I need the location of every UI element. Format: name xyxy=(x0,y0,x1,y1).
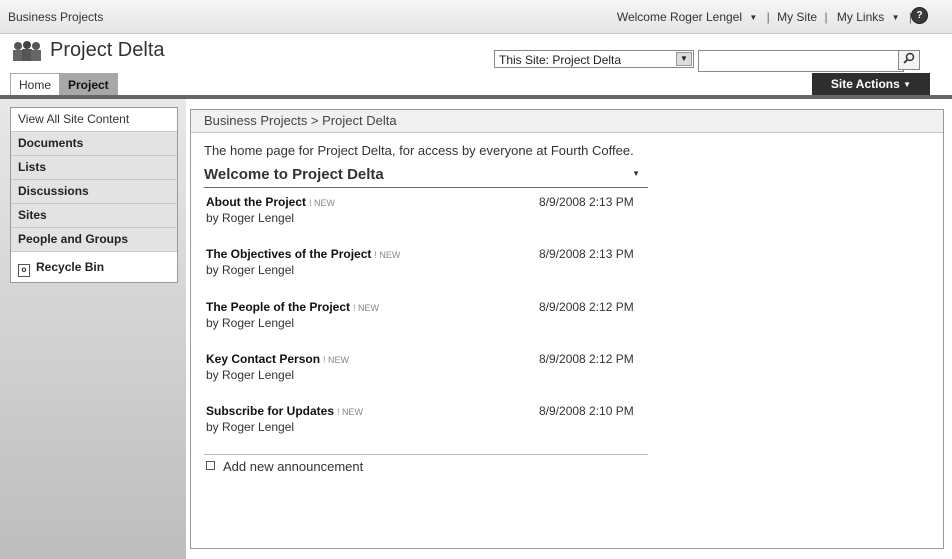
new-item-icon: ! NEW xyxy=(309,198,336,208)
tab-home[interactable]: Home xyxy=(10,73,61,96)
recycle-bin-label: Recycle Bin xyxy=(36,260,105,274)
quicklaunch-sites[interactable]: Sites xyxy=(11,204,177,228)
announcement-title[interactable]: Key Contact Person xyxy=(206,352,320,366)
add-new-label: Add new announcement xyxy=(223,459,364,474)
search-glyph xyxy=(903,52,915,64)
people-logo-icon xyxy=(13,41,41,61)
announcement-title[interactable]: The People of the Project xyxy=(206,300,350,314)
recycle-bin-link[interactable]: o Recycle Bin xyxy=(11,252,177,282)
announcement-date: 8/9/2008 2:13 PM xyxy=(539,195,634,209)
announcement-date: 8/9/2008 2:12 PM xyxy=(539,300,634,314)
parent-site-breadcrumb[interactable]: Business Projects xyxy=(8,10,103,24)
announcement-author: by Roger Lengel xyxy=(206,263,295,277)
site-actions-label: Site Actions xyxy=(830,77,900,91)
webpart-menu-icon[interactable]: ▼ xyxy=(632,169,640,178)
announcements-webpart-title: Welcome to Project Delta ▼ xyxy=(204,166,648,188)
announcement-author: by Roger Lengel xyxy=(206,316,295,330)
announcement-author: by Roger Lengel xyxy=(206,368,295,382)
quick-launch: View All Site Content Documents Lists Di… xyxy=(10,107,178,283)
new-label: NEW xyxy=(358,303,380,313)
search-input[interactable] xyxy=(698,50,904,72)
new-item-icon: ! NEW xyxy=(337,407,364,417)
welcome-label: Welcome Roger Lengel xyxy=(616,10,743,24)
new-item-icon: ! NEW xyxy=(323,355,350,365)
separator: | xyxy=(766,10,770,24)
welcome-menu[interactable]: Welcome Roger Lengel ▼ xyxy=(615,10,759,24)
announcement-title[interactable]: The Objectives of the Project xyxy=(206,247,371,261)
site-description: The home page for Project Delta, for acc… xyxy=(204,143,634,158)
separator: | xyxy=(824,10,828,24)
recycle-bin-icon: o xyxy=(18,264,30,277)
add-item-icon xyxy=(206,461,215,470)
chevron-down-icon: ▼ xyxy=(749,13,758,22)
announcement-date: 8/9/2008 2:12 PM xyxy=(539,352,634,366)
help-icon[interactable]: ? xyxy=(911,7,928,24)
announcement-author: by Roger Lengel xyxy=(206,211,295,225)
page-breadcrumb: Business Projects > Project Delta xyxy=(191,110,943,133)
list-item: The Objectives of the Project! NEW by Ro… xyxy=(206,247,646,287)
tab-project-delta[interactable]: Project Delta xyxy=(59,73,118,114)
my-links-menu[interactable]: My Links ▼ xyxy=(835,10,902,24)
global-topbar: Business Projects Welcome Roger Lengel ▼… xyxy=(0,0,952,34)
site-title[interactable]: Project Delta xyxy=(50,39,165,62)
my-site-link[interactable]: My Site xyxy=(777,10,817,24)
main-content: Business Projects > Project Delta The ho… xyxy=(190,109,944,549)
chevron-down-icon: ▼ xyxy=(891,13,900,22)
announcement-date: 8/9/2008 2:10 PM xyxy=(539,404,634,418)
user-links: Welcome Roger Lengel ▼ | My Site | My Li… xyxy=(613,10,914,24)
new-item-icon: ! NEW xyxy=(353,303,380,313)
new-label: NEW xyxy=(314,198,336,208)
new-item-icon: ! NEW xyxy=(374,250,401,260)
quicklaunch-discussions[interactable]: Discussions xyxy=(11,180,177,204)
announcement-title[interactable]: About the Project xyxy=(206,195,306,209)
my-links-label: My Links xyxy=(836,10,885,24)
site-actions-menu[interactable]: Site Actions ▼ xyxy=(812,73,930,95)
new-label: NEW xyxy=(379,250,401,260)
view-all-content-link[interactable]: View All Site Content xyxy=(11,108,177,132)
announcement-author: by Roger Lengel xyxy=(206,420,295,434)
new-label: NEW xyxy=(342,407,364,417)
quicklaunch-documents[interactable]: Documents xyxy=(11,132,177,156)
announcement-title[interactable]: Subscribe for Updates xyxy=(206,404,334,418)
new-label: NEW xyxy=(328,355,350,365)
announcement-date: 8/9/2008 2:13 PM xyxy=(539,247,634,261)
webpart-footer-divider xyxy=(204,454,648,455)
webpart-title-text[interactable]: Welcome to Project Delta xyxy=(204,166,384,183)
quicklaunch-people-and-groups[interactable]: People and Groups xyxy=(11,228,177,252)
left-panel: View All Site Content Documents Lists Di… xyxy=(0,99,186,559)
quicklaunch-lists[interactable]: Lists xyxy=(11,156,177,180)
chevron-down-icon: ▼ xyxy=(903,80,912,89)
list-item: About the Project! NEW by Roger Lengel 8… xyxy=(206,195,646,235)
search-scope-value: This Site: Project Delta xyxy=(499,53,622,67)
search-icon[interactable] xyxy=(898,50,920,70)
list-item: Key Contact Person! NEW by Roger Lengel … xyxy=(206,352,646,392)
dropdown-arrow-icon: ▼ xyxy=(676,52,692,66)
list-item: Subscribe for Updates! NEW by Roger Leng… xyxy=(206,404,646,444)
list-item: The People of the Project! NEW by Roger … xyxy=(206,300,646,340)
add-new-announcement-link[interactable]: Add new announcement xyxy=(206,459,363,474)
search-scope-select[interactable]: This Site: Project Delta ▼ xyxy=(494,50,694,68)
